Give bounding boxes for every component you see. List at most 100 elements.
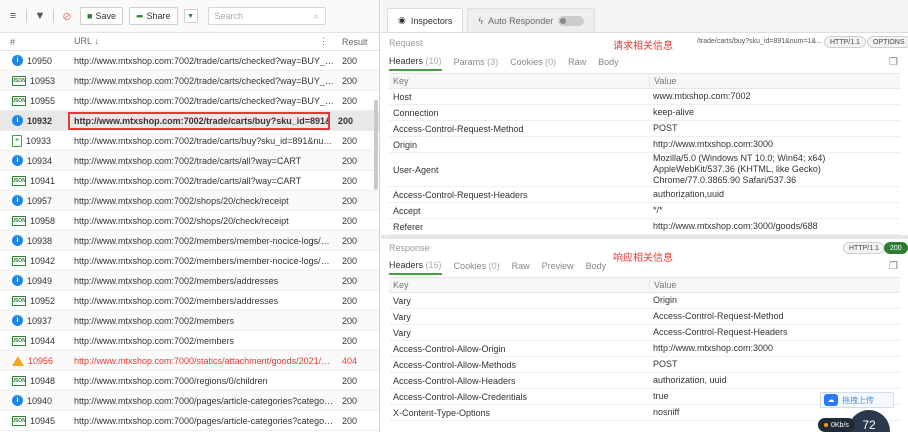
row-number: 10956	[0, 355, 70, 366]
kv-key: Access-Control-Allow-Headers	[393, 375, 516, 386]
response-tab-preview[interactable]: Preview	[542, 261, 574, 271]
row-url: http://www.mtxshop.com:7002/members/addr…	[74, 275, 279, 286]
filter-icon[interactable]: ▼	[33, 9, 47, 23]
table-row[interactable]: i 10934 http://www.mtxshop.com:7002/trade/…	[0, 151, 379, 171]
row-result: 200	[342, 175, 358, 186]
row-result: 200	[342, 315, 358, 326]
auto-responder-toggle[interactable]	[558, 15, 585, 26]
table-row[interactable]: JSON 10942 http://www.mtxshop.com:7002/mem…	[0, 251, 379, 271]
table-row[interactable]: i 10938 http://www.mtxshop.com:7002/member…	[0, 231, 379, 251]
row-number: i 10957	[0, 195, 70, 206]
row-number: JSON 10953	[0, 75, 70, 86]
kv-row[interactable]: Vary Access-Control-Request-Headers	[389, 325, 900, 341]
kv-key: Vary	[393, 295, 411, 306]
row-url: http://www.mtxshop.com:7000/regions/0/ch…	[74, 375, 268, 386]
request-tab-raw[interactable]: Raw	[568, 57, 586, 67]
kv-key: Origin	[393, 139, 418, 150]
search-placeholder: Search	[214, 11, 244, 21]
upload-widget[interactable]: ☁ 拖拽上传	[820, 392, 894, 408]
clear-icon[interactable]: ⊘	[60, 9, 74, 23]
json-icon: JSON	[12, 175, 26, 186]
request-tab-body[interactable]: Body	[598, 57, 619, 67]
kv-row[interactable]: Host www.mtxshop.com:7002	[389, 89, 900, 105]
response-tab-cookies[interactable]: Cookies (0)	[454, 261, 500, 271]
dropdown-icon[interactable]: ▼	[183, 9, 198, 23]
row-url: http://www.mtxshop.com:7002/members/addr…	[74, 295, 279, 306]
row-url: http://www.mtxshop.com:7002/shops/20/che…	[74, 195, 289, 206]
row-id: 10957	[27, 195, 53, 206]
table-row[interactable]: i 10957 http://www.mtxshop.com:7002/shops/…	[0, 191, 379, 211]
row-id: 10949	[27, 275, 53, 286]
row-id: 10937	[27, 315, 53, 326]
table-row[interactable]: JSON 10945 http://www.mtxshop.com:7000/pag…	[0, 411, 379, 431]
kv-row[interactable]: Accept */*	[389, 203, 900, 219]
session-list-pane: ≡ ▼ ⊘ ■ Save ➦ Share ▼ Search ⌕ # URL ↓	[0, 0, 380, 432]
toolbar: ≡ ▼ ⊘ ■ Save ➦ Share ▼ Search ⌕	[0, 0, 379, 33]
share-button[interactable]: ➦ Share	[128, 7, 178, 25]
request-tab-cookies[interactable]: Cookies (0)	[510, 57, 556, 67]
kv-key: Host	[393, 91, 412, 102]
kv-row[interactable]: Origin http://www.mtxshop.com:3000	[389, 137, 900, 153]
table-row[interactable]: i 10940 http://www.mtxshop.com:7000/pages/…	[0, 391, 379, 411]
request-tab-params[interactable]: Params (3)	[454, 57, 499, 67]
request-headers-list: Host www.mtxshop.com:7002 Connection keep-a…	[381, 89, 908, 235]
kv-row[interactable]: Vary Access-Control-Request-Method	[389, 309, 900, 325]
save-button[interactable]: ■ Save	[80, 7, 123, 25]
col-header-num[interactable]: #	[0, 37, 70, 47]
table-row[interactable]: JSON 10952 http://www.mtxshop.com:7002/mem…	[0, 291, 379, 311]
kv-row[interactable]: Referer http://www.mtxshop.com:3000/goods…	[389, 219, 900, 235]
copy-icon[interactable]: ❐	[889, 261, 898, 272]
copy-icon[interactable]: ❐	[889, 57, 898, 68]
tab-inspectors[interactable]: ◉ Inspectors	[387, 8, 464, 32]
request-tab-headers[interactable]: Headers (10)	[389, 53, 442, 71]
table-row[interactable]: JSON 10948 http://www.mtxshop.com:7000/reg…	[0, 371, 379, 391]
table-row[interactable]: JSON 10955 http://www.mtxshop.com:7002/tra…	[0, 91, 379, 111]
response-tab-raw[interactable]: Raw	[512, 261, 530, 271]
col-header-result[interactable]: Result	[334, 37, 374, 47]
kv-row[interactable]: Access-Control-Allow-Methods POST	[389, 357, 900, 373]
kv-row[interactable]: Access-Control-Request-Method POST	[389, 121, 900, 137]
table-row[interactable]: JSON 10941 http://www.mtxshop.com:7002/tra…	[0, 171, 379, 191]
row-url: http://www.mtxshop.com:7002/trade/carts/…	[74, 95, 334, 106]
kv-value: http://www.mtxshop.com:3000	[653, 343, 774, 353]
row-result: 200	[342, 95, 358, 106]
table-row[interactable]: JSON 10944 http://www.mtxshop.com:7002/mem…	[0, 331, 379, 351]
kv-row[interactable]: User-Agent Mozilla/5.0 (Windows NT 10.0; …	[389, 153, 900, 187]
column-menu-icon[interactable]: ⋮	[319, 36, 328, 47]
table-row[interactable]: JSON 10953 http://www.mtxshop.com:7002/tra…	[0, 71, 379, 91]
row-number: i 10950	[0, 55, 70, 66]
request-label: Request	[389, 38, 423, 48]
table-row[interactable]: +10933 http://www.mtxshop.com:7002/trade/…	[0, 131, 379, 151]
table-row[interactable]: i 10949 http://www.mtxshop.com:7002/member…	[0, 271, 379, 291]
table-row[interactable]: i 10932 http://www.mtxshop.com:7002/trade/…	[0, 111, 379, 131]
save-label: Save	[95, 11, 116, 21]
response-header: Response 响应相关信息 HTTP/1.1 200	[381, 239, 908, 264]
table-row[interactable]: JSON 10958 http://www.mtxshop.com:7002/sho…	[0, 211, 379, 231]
row-number: JSON 10941	[0, 175, 70, 186]
response-tab-headers[interactable]: Headers (16)	[389, 257, 442, 275]
kv-row[interactable]: Connection keep-alive	[389, 105, 900, 121]
kv-row[interactable]: Access-Control-Request-Headers authorizat…	[389, 187, 900, 203]
row-id: 10941	[30, 175, 56, 186]
table-row[interactable]: i 10950 http://www.mtxshop.com:7002/trade/…	[0, 51, 379, 71]
kv-value: http://www.mtxshop.com:3000	[653, 139, 774, 149]
row-id: 10952	[30, 295, 56, 306]
kv-row[interactable]: Access-Control-Allow-Headers authorizatio…	[389, 373, 900, 389]
request-value-col: Value	[649, 76, 900, 86]
table-row[interactable]: 10956 http://www.mtxshop.com:7000/statics…	[0, 351, 379, 371]
lightning-icon: ϟ	[478, 15, 484, 26]
table-row[interactable]: i 10937 http://www.mtxshop.com:7002/member…	[0, 311, 379, 331]
row-url: http://www.mtxshop.com:7002/members	[74, 335, 235, 346]
response-tab-body[interactable]: Body	[586, 261, 607, 271]
row-url: http://www.mtxshop.com:7002/trade/carts/…	[74, 175, 302, 186]
tab-auto-responder[interactable]: ϟ Auto Responder	[467, 8, 596, 32]
row-number: i 10949	[0, 275, 70, 286]
response-subtabs: Headers (16) Cookies (0) Raw Preview Bod…	[381, 257, 908, 275]
kv-row[interactable]: Vary Origin	[389, 293, 900, 309]
row-id: 10953	[30, 75, 56, 86]
kv-row[interactable]: Access-Control-Allow-Origin http://www.mt…	[389, 341, 900, 357]
menu-icon[interactable]: ≡	[6, 9, 20, 23]
scrollbar[interactable]	[374, 100, 378, 190]
col-header-url[interactable]: URL ↓ ⋮	[70, 36, 334, 47]
search-input[interactable]: Search ⌕	[207, 7, 326, 25]
